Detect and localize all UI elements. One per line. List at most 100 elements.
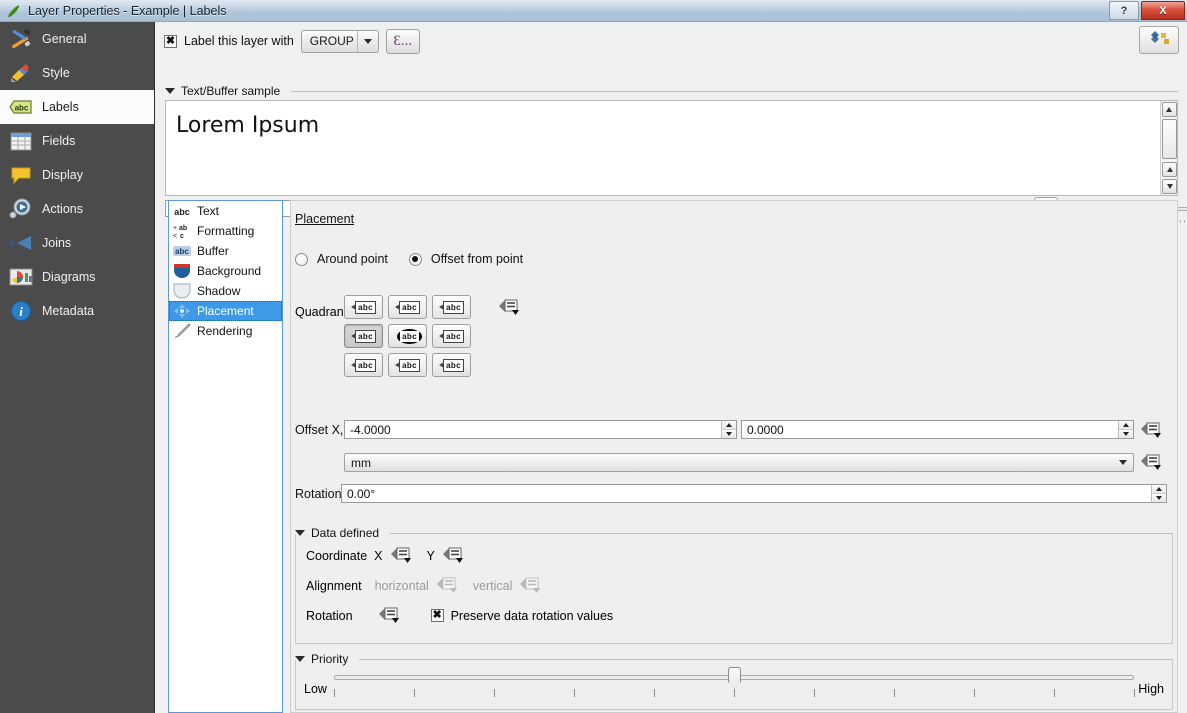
list-item-label: Rendering <box>197 324 253 338</box>
priority-group: Low High <box>295 660 1173 710</box>
quadrant-top-right[interactable]: abc <box>432 295 471 319</box>
alignment-horizontal-label: horizontal <box>374 578 429 593</box>
offset-x-step-up[interactable] <box>722 421 736 430</box>
list-item-rendering[interactable]: Rendering <box>169 321 282 341</box>
offset-data-defined-button[interactable] <box>1140 421 1164 440</box>
offset-x-spinbox[interactable]: -4.0000 <box>344 420 737 439</box>
alignment-vertical-data-defined-button[interactable] <box>519 576 543 595</box>
offset-unit-combo[interactable]: mm <box>344 453 1134 472</box>
tools-icon <box>8 27 34 51</box>
preview-vertical-scrollbar[interactable] <box>1160 101 1177 195</box>
scroll-up-button[interactable] <box>1161 102 1177 117</box>
chart-icon <box>8 265 34 289</box>
preserve-rotation-label: Preserve data rotation values <box>450 608 614 623</box>
quadrant-data-defined-button[interactable] <box>498 298 522 319</box>
group-divider <box>291 90 1178 92</box>
rotation-step-down[interactable] <box>1152 494 1166 502</box>
label-this-layer-checkbox[interactable]: ✖ <box>164 34 177 48</box>
expression-editor-button[interactable]: Ɛ... <box>385 28 420 54</box>
preserve-rotation-checkbox[interactable]: ✖ <box>430 609 444 622</box>
list-item-text[interactable]: abc Text <box>169 201 282 221</box>
quadrant-top-left[interactable]: abc <box>344 295 383 319</box>
sidebar-item-label: Display <box>42 168 83 182</box>
labeling-settings-button[interactable] <box>1139 26 1179 54</box>
label-sections-list[interactable]: abc Text + ab < c Formatting abc Buffer … <box>168 200 283 713</box>
sidebar-item-joins[interactable]: Joins <box>0 226 154 260</box>
coordinate-x-data-defined-button[interactable] <box>390 546 414 565</box>
list-item-background[interactable]: Background <box>169 261 282 281</box>
alignment-horizontal-data-defined-button[interactable] <box>436 576 460 595</box>
offset-y-stepper[interactable] <box>1118 421 1133 438</box>
offset-y-value: 0.0000 <box>747 422 784 437</box>
data-defined-override-icon <box>390 546 414 565</box>
sidebar-item-label: Joins <box>42 236 72 250</box>
sidebar-item-labels[interactable]: abc Labels <box>0 90 154 124</box>
scrollbar-thumb[interactable] <box>1162 119 1177 159</box>
close-button[interactable]: X <box>1141 1 1185 20</box>
rotation-spinbox[interactable]: 0.00° <box>341 484 1167 503</box>
offset-x-stepper[interactable] <box>721 421 736 438</box>
window-titlebar: Layer Properties - Example | Labels ? X <box>0 0 1187 22</box>
priority-tick <box>814 689 815 697</box>
abc-tag-icon: abc <box>439 329 464 343</box>
info-icon: i <box>8 299 34 323</box>
sidebar-item-general[interactable]: General <box>0 22 154 56</box>
quadrant-top-center[interactable]: abc <box>388 295 427 319</box>
priority-tick <box>574 689 575 697</box>
sidebar-item-diagrams[interactable]: Diagrams <box>0 260 154 294</box>
offset-y-step-up[interactable] <box>1119 421 1133 430</box>
alignment-vertical-label: vertical <box>472 578 513 593</box>
text-buffer-sample-preview[interactable]: Lorem Ipsum <box>165 100 1178 196</box>
scroll-up-button-2[interactable] <box>1162 162 1177 177</box>
label-field-value: GROUP <box>309 34 354 48</box>
sidebar-item-actions[interactable]: Actions <box>0 192 154 226</box>
sample-preview-text: Lorem Ipsum <box>176 113 320 138</box>
rotation-stepper[interactable] <box>1151 485 1166 502</box>
list-item-shadow[interactable]: Shadow <box>169 281 282 301</box>
chevron-down-icon <box>1113 454 1133 471</box>
placement-arrows-icon <box>172 303 192 319</box>
panel-scroll-strip[interactable] <box>1178 200 1186 713</box>
coordinate-x-label: X <box>374 548 383 563</box>
coordinate-y-data-defined-button[interactable] <box>442 546 466 565</box>
help-button[interactable]: ? <box>1109 1 1139 20</box>
list-item-formatting[interactable]: + ab < c Formatting <box>169 221 282 241</box>
sidebar-item-metadata[interactable]: i Metadata <box>0 294 154 328</box>
sidebar-item-display[interactable]: Display <box>0 158 154 192</box>
quadrant-row-top: abc abc abc <box>344 295 522 319</box>
radio-offset-from-point[interactable] <box>408 252 422 266</box>
sidebar-item-label: Style <box>42 66 70 80</box>
sidebar-item-fields[interactable]: Fields <box>0 124 154 158</box>
offset-unit-data-defined-button[interactable] <box>1140 453 1164 472</box>
rotation-label: Rotation <box>295 487 342 501</box>
data-defined-rotation-label: Rotation <box>306 608 353 623</box>
list-item-buffer[interactable]: abc Buffer <box>169 241 282 261</box>
collapse-triangle-icon[interactable] <box>165 88 175 94</box>
quadrant-middle-left[interactable]: abc <box>344 324 383 348</box>
scroll-down-button[interactable] <box>1162 179 1177 194</box>
list-item-label: Formatting <box>197 224 255 238</box>
offset-y-step-down[interactable] <box>1119 430 1133 438</box>
quadrant-bottom-left[interactable]: abc <box>344 353 383 377</box>
priority-slider[interactable] <box>334 665 1135 707</box>
radio-around-point[interactable] <box>295 252 308 266</box>
quadrant-center[interactable]: abc <box>388 324 427 348</box>
quadrant-middle-right[interactable]: abc <box>432 324 471 348</box>
svg-text:i: i <box>19 304 23 319</box>
svg-text:+: + <box>173 225 177 232</box>
offset-y-spinbox[interactable]: 0.0000 <box>741 420 1134 439</box>
label-field-combo[interactable]: GROUP <box>300 29 379 53</box>
data-defined-rotation-row: Rotation ✖ Preserve data rotation values <box>306 606 613 625</box>
sidebar-item-style[interactable]: Style <box>0 56 154 90</box>
priority-slider-handle[interactable] <box>728 667 741 691</box>
rotation-data-defined-button[interactable] <box>378 606 402 625</box>
quadrant-bottom-center[interactable]: abc <box>388 353 427 377</box>
label-this-layer-label: Label this layer with <box>184 34 294 48</box>
quadrant-bottom-right[interactable]: abc <box>432 353 471 377</box>
list-item-placement[interactable]: Placement <box>169 301 282 321</box>
abc-label-icon: abc <box>8 95 34 119</box>
abc-tag-icon: abc <box>351 329 376 343</box>
offset-x-step-down[interactable] <box>722 430 736 438</box>
rotation-step-up[interactable] <box>1152 485 1166 494</box>
placement-settings-panel: Placement Around point Offset from point… <box>290 200 1178 713</box>
